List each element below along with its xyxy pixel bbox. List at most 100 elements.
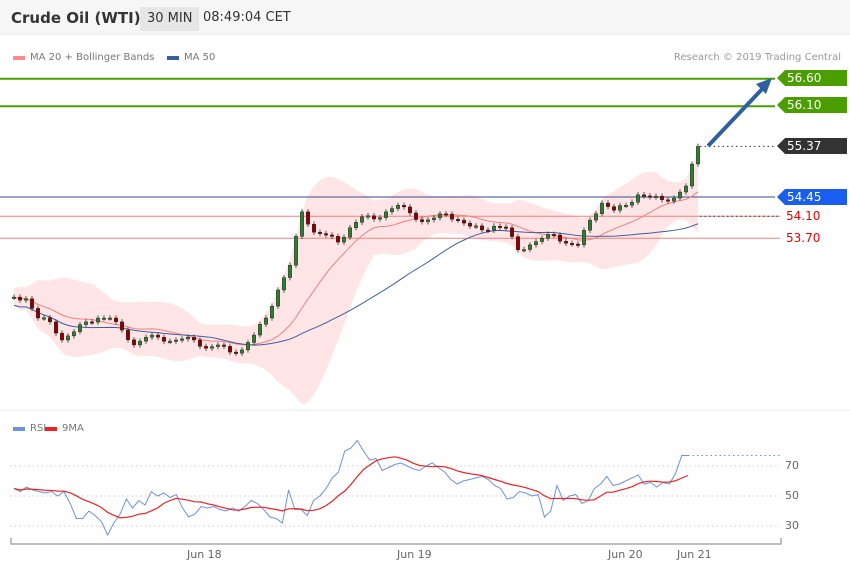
candle xyxy=(24,298,29,301)
candle xyxy=(474,225,479,228)
candle xyxy=(630,202,635,206)
candle xyxy=(444,213,449,216)
candle xyxy=(456,219,461,221)
candle xyxy=(480,225,485,231)
candle xyxy=(173,339,178,342)
candle xyxy=(336,236,341,243)
candle xyxy=(221,344,226,347)
candle xyxy=(227,346,232,353)
candle xyxy=(167,340,172,343)
candle xyxy=(594,213,599,221)
candle xyxy=(197,339,202,347)
candle xyxy=(498,225,503,228)
candle xyxy=(276,289,281,307)
candle xyxy=(119,321,124,331)
candle xyxy=(209,346,214,349)
candle xyxy=(468,222,473,227)
candle xyxy=(113,317,118,323)
candle xyxy=(264,317,269,325)
candle xyxy=(492,225,497,231)
candle xyxy=(678,191,683,199)
support-1-label: 54.10 xyxy=(786,209,821,223)
candle xyxy=(648,195,653,198)
candle xyxy=(77,324,82,332)
support-2-label: 53.70 xyxy=(786,231,821,245)
candle xyxy=(564,241,569,244)
candle xyxy=(137,340,142,346)
candle xyxy=(101,317,106,320)
candle xyxy=(300,211,305,237)
candle xyxy=(438,213,443,219)
resistance-2-tag: 56.60 xyxy=(777,70,847,86)
candle xyxy=(624,205,629,207)
candle xyxy=(354,222,359,229)
candle xyxy=(588,219,593,231)
candle xyxy=(516,236,521,251)
candle xyxy=(191,337,196,341)
time-axis xyxy=(10,538,782,545)
candle xyxy=(251,334,256,343)
candle xyxy=(690,163,695,187)
candle xyxy=(504,226,509,229)
candle xyxy=(486,229,491,232)
candle xyxy=(149,334,154,338)
candle xyxy=(131,339,136,346)
candle xyxy=(366,215,371,218)
candle xyxy=(179,338,184,341)
candle xyxy=(618,205,623,211)
candle xyxy=(245,342,250,351)
legend-rsi: RSI xyxy=(13,423,46,434)
candle xyxy=(666,199,671,202)
candle xyxy=(408,206,413,214)
rsi-swatch xyxy=(13,426,25,431)
x-tick-jun18: Jun 18 xyxy=(187,548,222,561)
pivot-tag: 54.45 xyxy=(777,189,847,205)
candle xyxy=(60,332,65,341)
candle xyxy=(696,146,701,165)
candle xyxy=(348,227,353,238)
candle xyxy=(324,233,329,236)
rsi-line xyxy=(13,439,688,537)
rsi-tick-50: 50 xyxy=(785,489,799,502)
legend-9ma: 9MA xyxy=(45,423,84,434)
candle xyxy=(318,231,323,234)
candle xyxy=(282,277,287,291)
candle xyxy=(546,234,551,239)
x-tick-jun20: Jun 20 xyxy=(608,548,643,561)
candle xyxy=(576,243,581,246)
candle xyxy=(636,194,641,203)
ma9-swatch xyxy=(45,426,57,431)
candle xyxy=(30,298,35,309)
candle xyxy=(36,308,41,319)
rsi-tick-70: 70 xyxy=(785,459,799,472)
candle xyxy=(360,216,365,223)
candle xyxy=(522,249,527,252)
x-tick-jun21: Jun 21 xyxy=(677,548,712,561)
candle xyxy=(258,324,263,336)
candle xyxy=(83,321,88,325)
candle xyxy=(672,197,677,202)
candle xyxy=(378,217,383,220)
candle xyxy=(606,202,611,207)
candle xyxy=(540,238,545,242)
rsi-tick-30: 30 xyxy=(785,519,799,532)
candle xyxy=(414,212,419,220)
bollinger-band xyxy=(14,150,698,405)
candle xyxy=(306,211,311,225)
candle xyxy=(330,234,335,237)
candle xyxy=(552,234,557,237)
x-tick-jun19: Jun 19 xyxy=(397,548,432,561)
candle xyxy=(654,195,659,198)
candle xyxy=(239,349,244,354)
candle xyxy=(612,206,617,211)
candle xyxy=(426,219,431,222)
candle xyxy=(18,296,23,301)
candle xyxy=(450,213,455,220)
candle xyxy=(203,346,208,349)
last-price-tag: 55.37 xyxy=(777,138,847,154)
candle xyxy=(570,242,575,245)
candle xyxy=(510,227,515,237)
resistance-1-tag: 56.10 xyxy=(777,97,847,113)
candle xyxy=(432,217,437,221)
candle xyxy=(11,296,16,299)
